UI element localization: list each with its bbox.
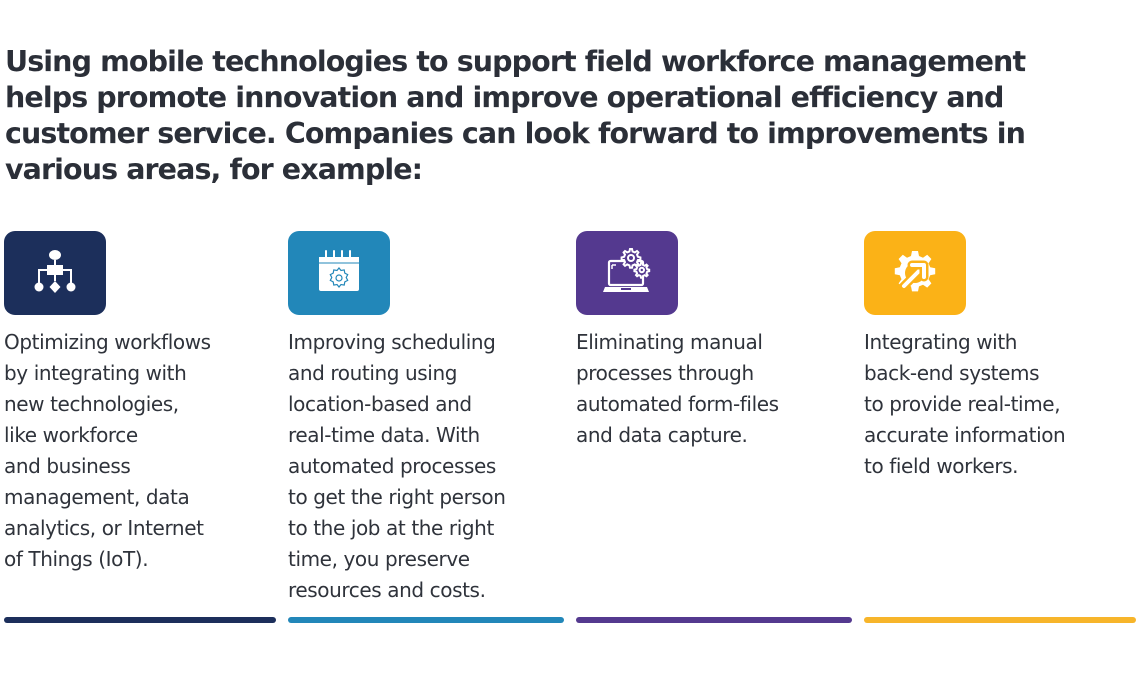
feature-description: Integrating with back-end systems to pro…: [864, 330, 1066, 478]
accent-bar-blue: [288, 617, 564, 623]
icon-tile-workflows: [4, 231, 106, 315]
accent-bar-yellow: [864, 617, 1136, 623]
feature-description: Eliminating manual processes through aut…: [576, 330, 779, 447]
feature-workflows: Optimizing workflows by integrating with…: [4, 231, 284, 575]
icon-tile-scheduling: [288, 231, 390, 315]
laptop-gears-icon: [603, 248, 651, 292]
feature-scheduling: Improving scheduling and routing using l…: [288, 231, 568, 606]
intro-heading: Using mobile technologies to support fie…: [5, 45, 1026, 186]
calendar-gear-icon: [319, 250, 359, 291]
feature-backend-integration: Integrating with back-end systems to pro…: [864, 231, 1140, 482]
accent-bar-purple: [576, 617, 852, 623]
feature-manual-processes: Eliminating manual processes through aut…: [576, 231, 856, 451]
icon-tile-manual-processes: [576, 231, 678, 315]
icon-tile-backend-integration: [864, 231, 966, 315]
gear-arrow-icon: [894, 251, 936, 292]
feature-description: Improving scheduling and routing using l…: [288, 330, 506, 602]
feature-description: Optimizing workflows by integrating with…: [4, 330, 211, 571]
workflow-diagram-icon: [34, 250, 76, 293]
accent-bar-navy: [4, 617, 276, 623]
